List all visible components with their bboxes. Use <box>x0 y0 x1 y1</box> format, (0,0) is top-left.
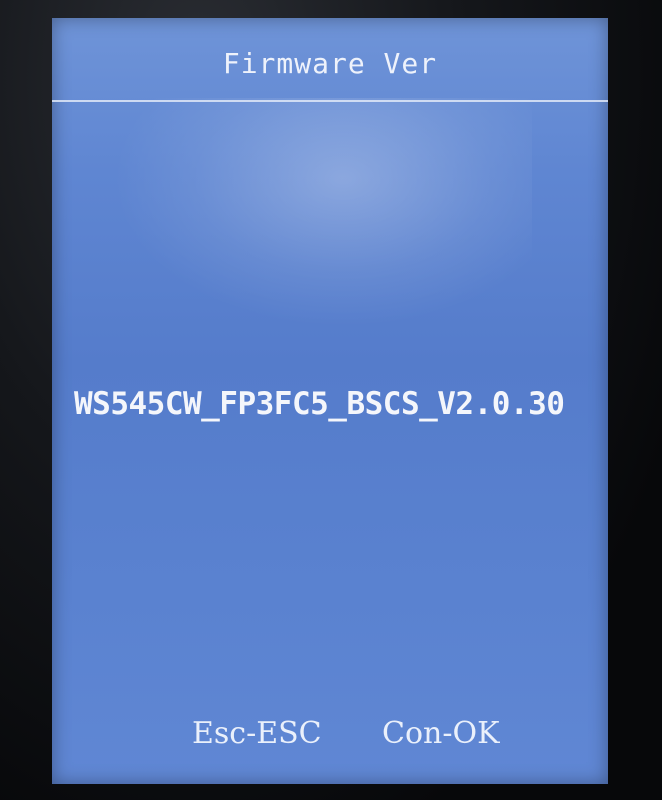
ok-softkey[interactable]: Con-OK <box>382 716 499 751</box>
firmware-version-value: WS545CW_FP3FC5_BSCS_V2.0.30 <box>74 386 565 422</box>
device-bezel: Firmware Ver WS545CW_FP3FC5_BSCS_V2.0.30… <box>0 0 662 800</box>
title-bar: Firmware Ver <box>52 18 608 98</box>
lcd-screen: Firmware Ver WS545CW_FP3FC5_BSCS_V2.0.30… <box>52 18 608 784</box>
softkey-bar: Esc-ESC Con-OK <box>52 716 608 766</box>
content-area: WS545CW_FP3FC5_BSCS_V2.0.30 <box>52 102 608 702</box>
page-title: Firmware Ver <box>222 46 438 80</box>
esc-softkey[interactable]: Esc-ESC <box>192 716 322 751</box>
